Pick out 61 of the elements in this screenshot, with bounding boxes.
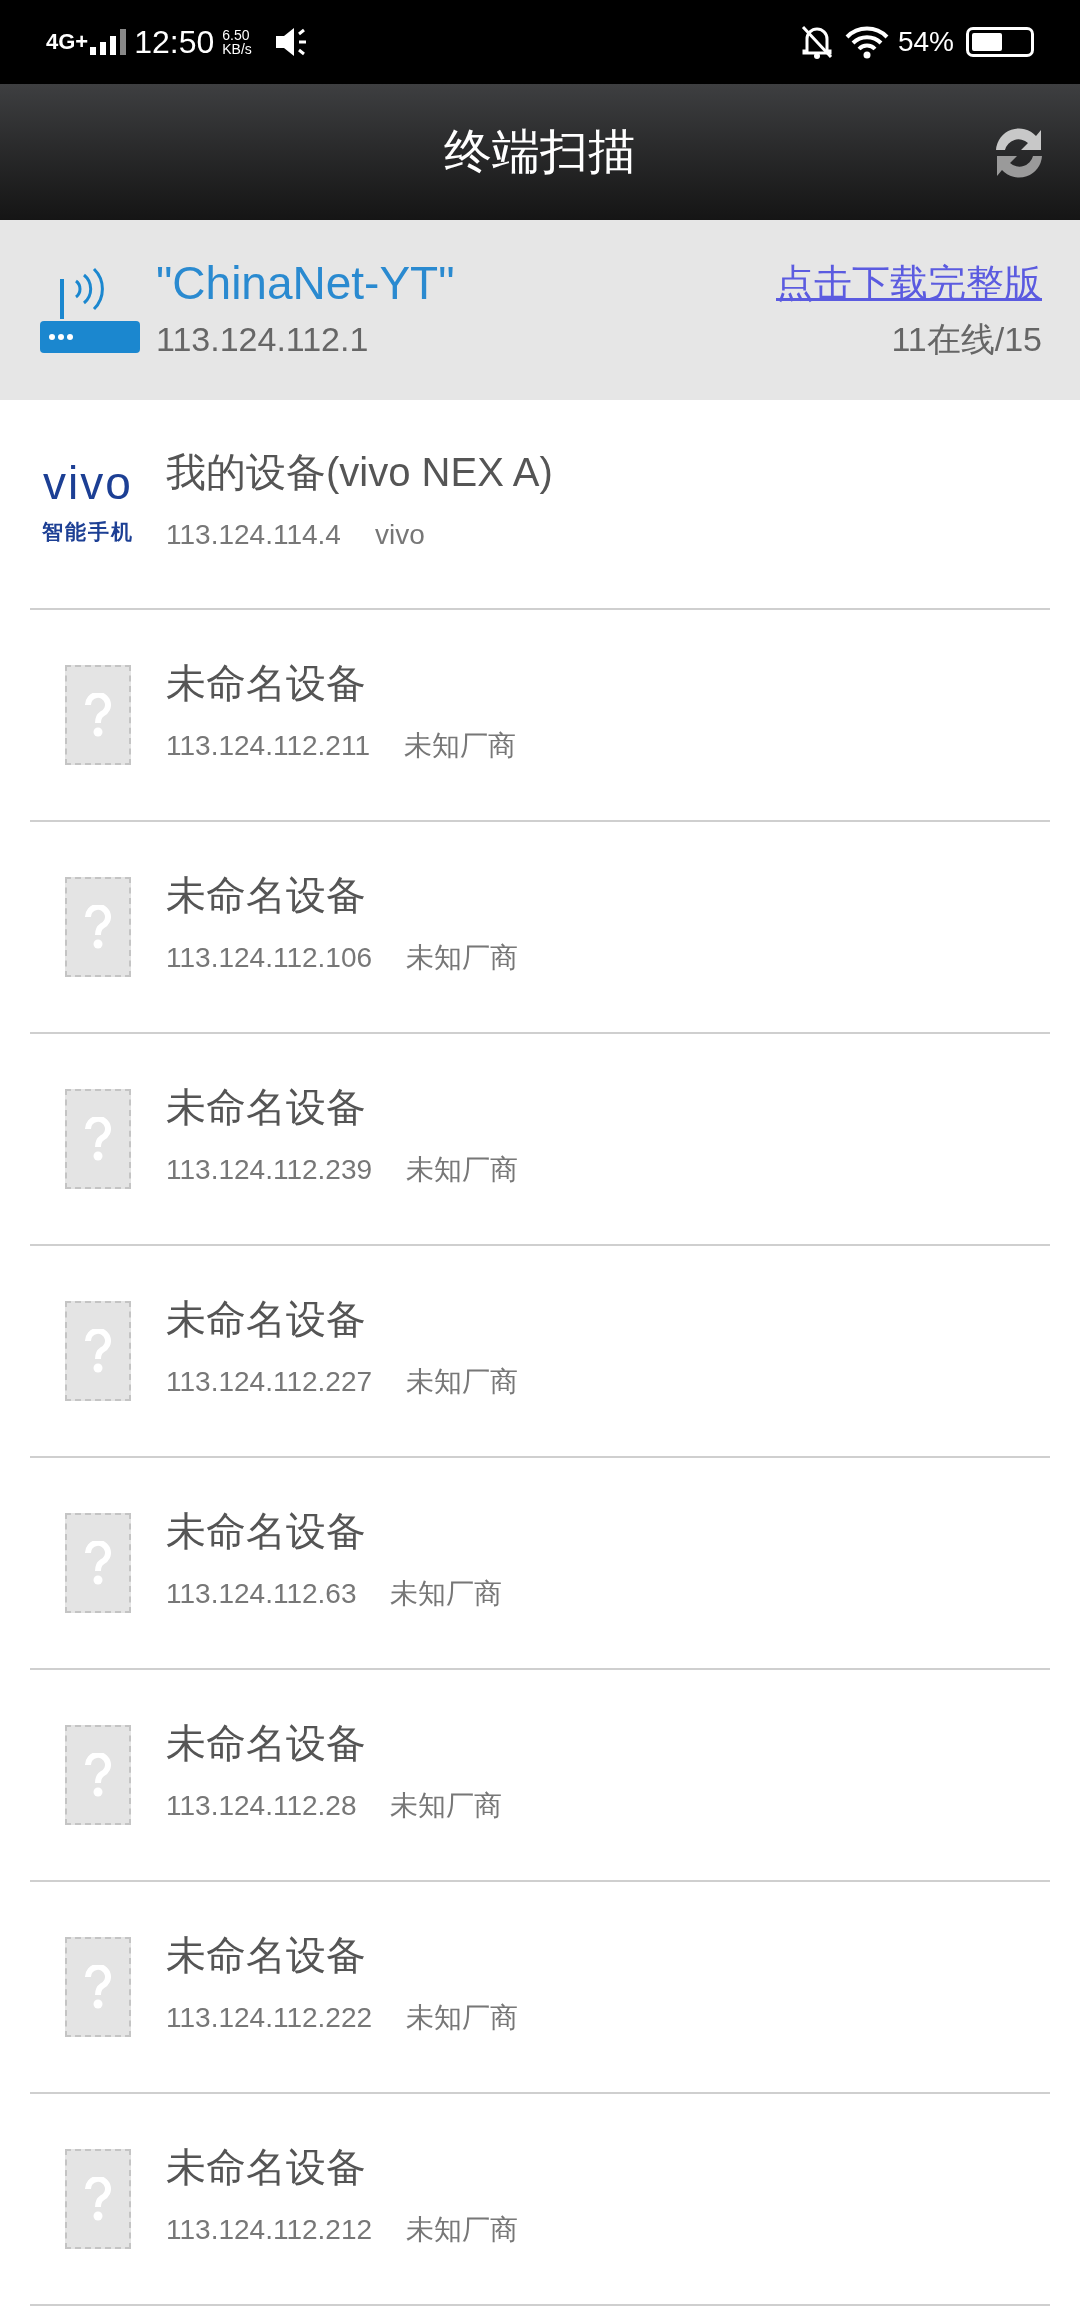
device-row[interactable]: 未命名设备 113.124.112.211 未知厂商 — [30, 610, 1050, 822]
device-ip: 113.124.112.211 — [166, 729, 370, 763]
unknown-device-icon — [65, 1513, 131, 1613]
speaker-icon — [273, 25, 308, 59]
router-icon — [38, 265, 142, 355]
device-name: 未命名设备 — [166, 2147, 367, 2187]
device-vendor: 未知厂商 — [406, 1365, 519, 1399]
device-row[interactable]: 未命名设备 113.124.112.227 未知厂商 — [30, 1246, 1050, 1458]
device-vendor: 未知厂商 — [406, 1153, 519, 1187]
device-vendor: 未知厂商 — [406, 941, 519, 975]
device-ip: 113.124.112.106 — [166, 941, 373, 975]
logo-caption: 智能手机 — [42, 519, 134, 546]
device-row[interactable]: 未命名设备 113.124.112.239 未知厂商 — [30, 1034, 1050, 1246]
device-ip: 113.124.112.239 — [166, 1153, 373, 1187]
device-name: 未命名设备 — [166, 1087, 367, 1127]
device-vendor: 未知厂商 — [406, 2213, 519, 2247]
device-name: 未命名设备 — [166, 875, 367, 915]
battery-percent: 54% — [897, 25, 954, 59]
device-vendor: 未知厂商 — [404, 729, 516, 763]
device-vendor: 未知厂商 — [390, 1577, 503, 1611]
device-name: 我的设备(vivo NEX A) — [166, 452, 553, 492]
network-name: "ChinaNet-YT" — [156, 255, 455, 311]
device-row[interactable]: vivo 智能手机 我的设备(vivo NEX A) 113.124.114.4 vivo — [30, 400, 1050, 610]
speed-unit: KB/s — [222, 42, 252, 56]
device-row[interactable]: 未命名设备 113.124.112.212 未知厂商 — [30, 2094, 1050, 2306]
page-title: 终端扫描 — [444, 124, 636, 180]
network-type: 4G+ — [46, 31, 89, 53]
battery-icon — [966, 27, 1034, 57]
speed-value: 6.50 — [222, 28, 251, 42]
clock: 12:50 — [134, 23, 215, 62]
device-vendor: 未知厂商 — [390, 1789, 503, 1823]
device-name: 未命名设备 — [166, 1299, 367, 1339]
unknown-device-icon — [65, 1301, 131, 1401]
online-count: 11在线/15 — [891, 319, 1042, 361]
device-name: 未命名设备 — [166, 663, 367, 703]
device-ip: 113.124.114.4 — [166, 518, 341, 552]
device-row[interactable]: 未命名设备 113.124.112.222 未知厂商 — [30, 1882, 1050, 2094]
wifi-icon — [843, 25, 890, 59]
device-ip: 113.124.112.63 — [166, 1577, 357, 1611]
device-name: 未命名设备 — [166, 1935, 367, 1975]
unknown-device-icon — [65, 1725, 131, 1825]
device-vendor: vivo — [374, 518, 425, 552]
device-row[interactable]: 未命名设备 113.124.112.63 未知厂商 — [30, 1458, 1050, 1670]
gateway-ip: 113.124.112.1 — [156, 319, 369, 361]
download-link[interactable]: 点击下载完整版 — [776, 255, 1042, 313]
unknown-device-icon — [65, 877, 131, 977]
unknown-device-icon — [65, 2149, 131, 2249]
device-ip: 113.124.112.222 — [166, 2001, 373, 2035]
device-ip: 113.124.112.212 — [166, 2213, 373, 2247]
device-vendor: 未知厂商 — [406, 2001, 519, 2035]
unknown-device-icon — [65, 1089, 131, 1189]
device-name: 未命名设备 — [166, 1511, 367, 1551]
bell-off-icon — [799, 24, 834, 60]
brand-logo: vivo — [43, 460, 133, 507]
unknown-device-icon — [65, 1937, 131, 2037]
device-name: 未命名设备 — [166, 1723, 367, 1763]
unknown-device-icon — [65, 665, 131, 765]
device-row[interactable]: 未命名设备 113.124.112.106 未知厂商 — [30, 822, 1050, 1034]
device-row[interactable]: 未命名设备 113.124.112.28 未知厂商 — [30, 1670, 1050, 1882]
device-ip: 113.124.112.28 — [166, 1789, 357, 1823]
device-ip: 113.124.112.227 — [166, 1365, 373, 1399]
